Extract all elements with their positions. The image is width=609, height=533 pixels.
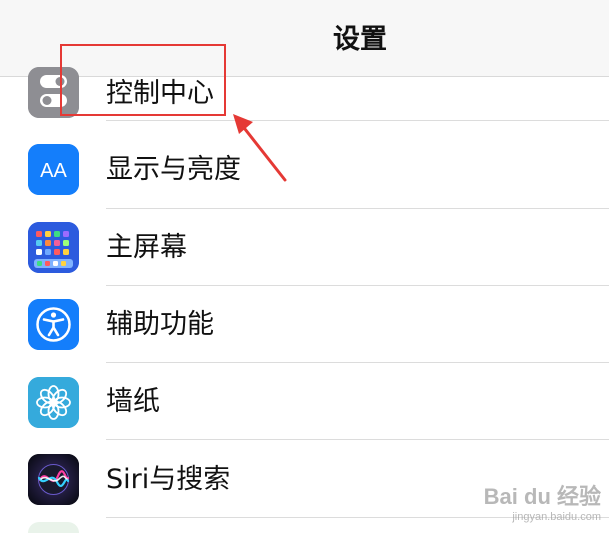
wallpaper-icon	[28, 377, 79, 428]
settings-item-display-brightness[interactable]: AA 显示与亮度	[0, 132, 609, 210]
settings-item-label: Siri与搜索	[106, 464, 231, 495]
next-item-icon-peek	[28, 522, 79, 533]
settings-item-home-screen[interactable]: 主屏幕	[0, 209, 609, 287]
settings-item-label: 辅助功能	[106, 309, 214, 340]
settings-item-label: 主屏幕	[106, 232, 187, 263]
annotation-arrow-icon	[233, 114, 287, 182]
accessibility-icon	[28, 299, 79, 350]
watermark: Bai du 经验 jingyan.baidu.com	[484, 479, 601, 523]
annotation-highlight-box	[60, 44, 226, 116]
settings-item-label: 显示与亮度	[106, 154, 241, 185]
separator	[106, 120, 609, 121]
watermark-url: jingyan.baidu.com	[512, 511, 601, 523]
settings-item-wallpaper[interactable]: 墙纸	[0, 363, 609, 441]
separator	[106, 439, 609, 440]
watermark-brand: Bai du 经验	[483, 484, 601, 509]
siri-icon	[28, 454, 79, 505]
display-brightness-icon: AA	[28, 144, 79, 195]
settings-item-accessibility[interactable]: 辅助功能	[0, 286, 609, 364]
icon-glyph: AA	[40, 160, 67, 182]
home-screen-icon	[28, 222, 79, 273]
settings-item-label: 墙纸	[106, 386, 160, 417]
